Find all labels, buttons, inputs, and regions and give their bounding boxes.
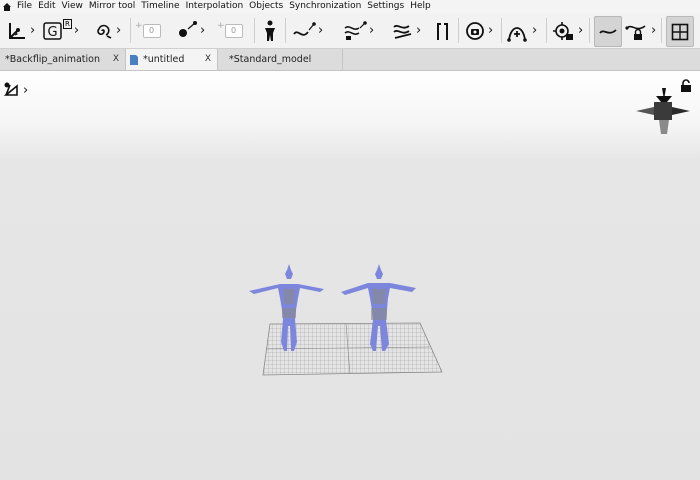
chevron-right-icon[interactable]: › bbox=[416, 24, 421, 37]
axes-tool-button[interactable]: › bbox=[6, 16, 35, 45]
keyframe-dot-icon bbox=[179, 20, 197, 37]
menu-view[interactable]: View bbox=[59, 0, 86, 13]
keyframe-dot-tool-button[interactable]: › bbox=[176, 16, 205, 45]
separator bbox=[285, 18, 286, 43]
multi-curve-tool-button[interactable]: › bbox=[343, 16, 374, 45]
3d-viewport[interactable]: › bbox=[0, 71, 700, 480]
add-node-tool-button[interactable]: › bbox=[506, 16, 537, 45]
add-keyframe-button[interactable]: + 0 bbox=[135, 16, 161, 45]
separator bbox=[589, 18, 590, 43]
chevron-right-icon[interactable]: › bbox=[369, 24, 374, 37]
locked-curve-tool-button[interactable]: › bbox=[625, 16, 656, 45]
add-keyframe-value: 0 bbox=[142, 23, 161, 38]
ground-grid bbox=[262, 322, 443, 376]
stroke-tool-button[interactable]: › bbox=[392, 16, 421, 45]
target-tool-button[interactable]: › bbox=[552, 16, 583, 45]
tab-backflip-animation[interactable]: *Backflip_animation X bbox=[0, 49, 126, 70]
rotate-spiral-tool-button[interactable]: › bbox=[92, 16, 121, 45]
smooth-curve-toggle-button[interactable] bbox=[594, 16, 622, 47]
target-locator-icon bbox=[553, 21, 573, 40]
camera-tool-button[interactable]: › bbox=[464, 16, 493, 45]
pose-figure-tool-button[interactable] bbox=[261, 16, 279, 45]
separator bbox=[254, 18, 255, 43]
spiral-icon bbox=[97, 24, 112, 39]
menu-settings[interactable]: Settings bbox=[364, 0, 407, 13]
chevron-right-icon[interactable]: › bbox=[532, 24, 537, 37]
chevron-right-icon[interactable]: › bbox=[651, 24, 656, 37]
curve-tool-button[interactable]: › bbox=[292, 16, 323, 45]
bracket-tool-button[interactable] bbox=[431, 16, 453, 45]
arch-add-icon bbox=[507, 26, 527, 42]
brush-stroke-icon bbox=[393, 24, 412, 39]
curve-wand-icon bbox=[293, 21, 316, 36]
tab-label: *untitled bbox=[143, 54, 185, 65]
tab-untitled[interactable]: *untitled X bbox=[126, 49, 218, 70]
document-tabs: *Backflip_animation X *untitled X *Stand… bbox=[0, 49, 700, 71]
svg-text:G: G bbox=[47, 25, 57, 40]
menu-mirror-tool[interactable]: Mirror tool bbox=[86, 0, 138, 13]
orientation-gizmo[interactable] bbox=[636, 86, 692, 138]
g-badge: R bbox=[63, 18, 72, 29]
tab-standard-model[interactable]: *Standard_model bbox=[218, 49, 343, 70]
menu-help[interactable]: Help bbox=[407, 0, 434, 13]
toolbar: › G R › › + 0 › + 0 › › › › › › › bbox=[0, 13, 700, 49]
chevron-right-icon[interactable]: › bbox=[30, 24, 35, 37]
chevron-right-icon[interactable]: › bbox=[23, 84, 28, 97]
menu-file[interactable]: File bbox=[14, 0, 35, 13]
document-icon bbox=[130, 55, 138, 65]
viewport-layout-button[interactable] bbox=[666, 16, 694, 47]
menu-interpolation[interactable]: Interpolation bbox=[183, 0, 247, 13]
chevron-right-icon[interactable]: › bbox=[488, 24, 493, 37]
chevron-right-icon[interactable]: › bbox=[116, 24, 121, 37]
separator bbox=[130, 18, 131, 43]
menu-synchronization[interactable]: Synchronization bbox=[286, 0, 364, 13]
grid-layout-icon bbox=[671, 23, 689, 40]
separator bbox=[501, 18, 502, 43]
menu-timeline[interactable]: Timeline bbox=[138, 0, 182, 13]
separator bbox=[661, 18, 662, 43]
close-icon[interactable]: X bbox=[205, 49, 211, 70]
separator bbox=[546, 18, 547, 43]
separator bbox=[458, 18, 459, 43]
grab-tool-button[interactable]: G R › bbox=[43, 16, 79, 45]
chevron-right-icon[interactable]: › bbox=[318, 24, 323, 37]
axes-icon bbox=[9, 22, 25, 39]
camera-capture-icon bbox=[466, 21, 484, 40]
camera-view-tool[interactable]: › bbox=[3, 81, 28, 99]
scene-models[interactable] bbox=[240, 264, 450, 379]
wave-icon bbox=[599, 28, 617, 34]
chevron-right-icon[interactable]: › bbox=[74, 24, 79, 37]
minus-icon: + bbox=[217, 20, 225, 31]
menu-edit[interactable]: Edit bbox=[35, 0, 58, 13]
remove-keyframe-value: 0 bbox=[224, 23, 243, 38]
bracket-icon bbox=[437, 22, 448, 40]
tab-label: *Standard_model bbox=[229, 54, 312, 65]
close-icon[interactable]: X bbox=[113, 49, 119, 70]
grab-g-icon: G bbox=[43, 21, 62, 40]
menu-objects[interactable]: Objects bbox=[246, 0, 286, 13]
remove-keyframe-button[interactable]: + 0 bbox=[217, 16, 243, 45]
menu-bar: File Edit View Mirror tool Timeline Inte… bbox=[0, 0, 700, 13]
chevron-right-icon[interactable]: › bbox=[200, 24, 205, 37]
chevron-right-icon[interactable]: › bbox=[578, 24, 583, 37]
plus-icon: + bbox=[135, 20, 143, 31]
home-icon[interactable] bbox=[0, 0, 14, 13]
camera-view-icon bbox=[3, 82, 18, 96]
multi-curve-icon bbox=[344, 20, 367, 40]
tab-label: *Backflip_animation bbox=[5, 54, 100, 65]
curve-lock-icon bbox=[625, 24, 646, 40]
human-figure-icon bbox=[265, 20, 275, 41]
